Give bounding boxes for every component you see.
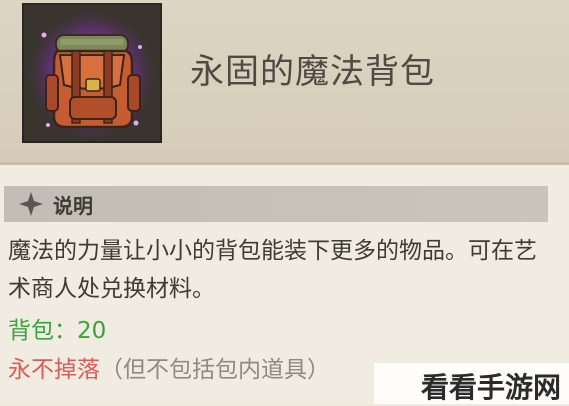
item-icon-frame bbox=[22, 3, 162, 143]
backpack-capacity-stat: 背包：20 bbox=[8, 318, 107, 344]
binding-info: 永不掉落（但不包括包内道具） bbox=[8, 350, 330, 384]
item-description: 魔法的力量让小小的背包能装下更多的物品。可在艺术商人处兑换材料。 bbox=[8, 238, 537, 302]
watermark-text: 看看手游网 bbox=[420, 371, 561, 404]
no-drop-text: 永不掉落 bbox=[8, 357, 100, 383]
diamond-star-icon bbox=[19, 192, 43, 216]
item-name: 永固的魔法背包 bbox=[190, 52, 435, 92]
no-drop-note: （但不包括包内道具） bbox=[100, 357, 330, 383]
section-label: 说明 bbox=[53, 194, 93, 218]
watermark: 看看手游网 bbox=[374, 363, 569, 404]
magic-backpack-icon bbox=[30, 11, 154, 139]
